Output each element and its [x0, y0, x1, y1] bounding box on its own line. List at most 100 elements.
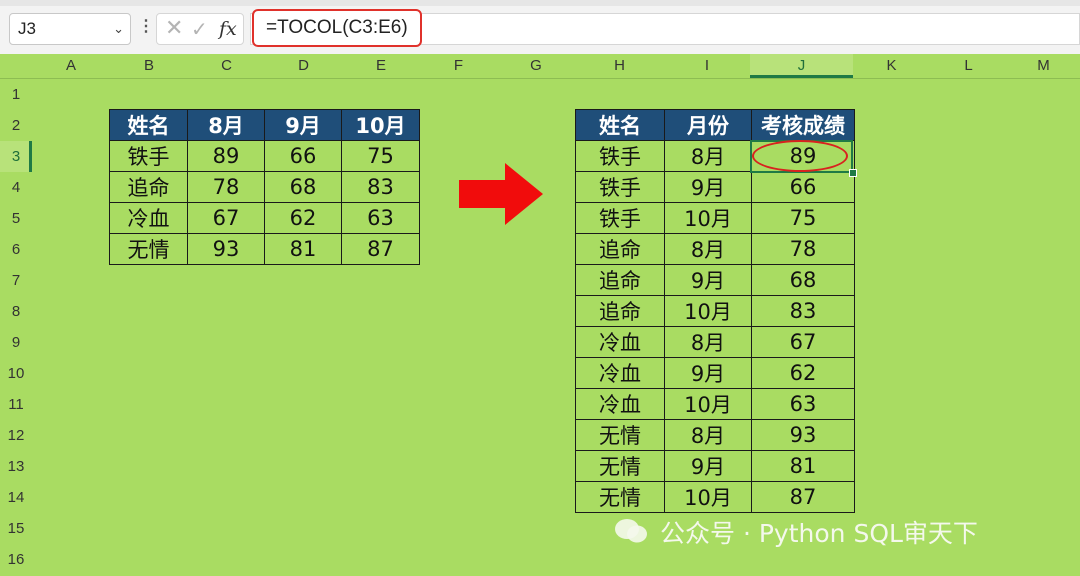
source-cell[interactable]: 无情 — [109, 233, 188, 265]
result-table-row: 冷血 9月 62 — [575, 357, 855, 389]
column-header-i[interactable]: I — [664, 54, 750, 78]
row-header-2[interactable]: 2 — [0, 110, 32, 141]
source-cell[interactable]: 83 — [341, 171, 420, 203]
result-cell[interactable]: 冷血 — [575, 388, 665, 420]
source-cell[interactable]: 75 — [341, 140, 420, 172]
source-cell[interactable]: 68 — [264, 171, 342, 203]
insert-function-icon[interactable]: fx — [219, 18, 237, 40]
row-header-7[interactable]: 7 — [0, 265, 32, 296]
column-header-g[interactable]: G — [497, 54, 575, 78]
source-cell[interactable]: 62 — [264, 202, 342, 234]
result-cell[interactable]: 10月 — [664, 202, 752, 234]
source-cell[interactable]: 66 — [264, 140, 342, 172]
cancel-icon[interactable]: ✕ — [165, 16, 183, 41]
column-header-m[interactable]: M — [1007, 54, 1080, 78]
column-header-h[interactable]: H — [575, 54, 664, 78]
result-header-cell[interactable]: 考核成绩 — [751, 109, 855, 141]
select-all-corner[interactable] — [0, 54, 32, 78]
result-cell[interactable]: 追命 — [575, 233, 665, 265]
source-header-cell[interactable]: 9月 — [264, 109, 342, 141]
row-header-3[interactable]: 3 — [0, 141, 32, 172]
name-box[interactable]: J3 ⌄ — [9, 13, 131, 45]
source-cell[interactable]: 63 — [341, 202, 420, 234]
enter-check-icon[interactable]: ✓ — [191, 17, 208, 41]
source-cell[interactable]: 87 — [341, 233, 420, 265]
row-header-8[interactable]: 8 — [0, 296, 32, 327]
result-cell[interactable]: 78 — [751, 233, 855, 265]
source-cell[interactable]: 81 — [264, 233, 342, 265]
result-cell[interactable]: 8月 — [664, 326, 752, 358]
row-header-6[interactable]: 6 — [0, 234, 32, 265]
row-header-16[interactable]: 16 — [0, 544, 32, 575]
source-header-cell[interactable]: 10月 — [341, 109, 420, 141]
source-cell[interactable]: 89 — [187, 140, 265, 172]
column-header-c[interactable]: C — [188, 54, 265, 78]
result-cell[interactable]: 9月 — [664, 171, 752, 203]
result-header-cell[interactable]: 月份 — [664, 109, 752, 141]
source-cell[interactable]: 67 — [187, 202, 265, 234]
result-cell[interactable]: 8月 — [664, 419, 752, 451]
row-header-11[interactable]: 11 — [0, 389, 32, 420]
result-cell[interactable]: 81 — [751, 450, 855, 482]
column-header-f[interactable]: F — [420, 54, 497, 78]
result-cell[interactable]: 无情 — [575, 450, 665, 482]
result-cell[interactable]: 67 — [751, 326, 855, 358]
source-header-cell[interactable]: 姓名 — [109, 109, 188, 141]
result-cell[interactable]: 无情 — [575, 419, 665, 451]
column-header-l[interactable]: L — [930, 54, 1007, 78]
result-cell[interactable]: 75 — [751, 202, 855, 234]
result-cell[interactable]: 8月 — [664, 233, 752, 265]
result-cell[interactable]: 83 — [751, 295, 855, 327]
result-cell[interactable]: 68 — [751, 264, 855, 296]
source-cell[interactable]: 93 — [187, 233, 265, 265]
source-header-cell[interactable]: 8月 — [187, 109, 265, 141]
result-cell[interactable]: 追命 — [575, 295, 665, 327]
result-cell[interactable]: 冷血 — [575, 326, 665, 358]
source-cell[interactable]: 铁手 — [109, 140, 188, 172]
fill-handle[interactable] — [849, 169, 857, 177]
row-header-9[interactable]: 9 — [0, 327, 32, 358]
row-header-14[interactable]: 14 — [0, 482, 32, 513]
result-cell[interactable]: 冷血 — [575, 357, 665, 389]
formula-text-highlighted[interactable]: =TOCOL(C3:E6) — [252, 9, 422, 47]
result-cell[interactable]: 铁手 — [575, 140, 665, 172]
result-table-row: 铁手 9月 66 — [575, 171, 855, 203]
row-header-5[interactable]: 5 — [0, 203, 32, 234]
result-cell[interactable]: 追命 — [575, 264, 665, 296]
row-header-1[interactable]: 1 — [0, 79, 32, 110]
source-cell[interactable]: 78 — [187, 171, 265, 203]
result-cell[interactable]: 8月 — [664, 140, 752, 172]
column-header-d[interactable]: D — [265, 54, 342, 78]
chevron-down-icon[interactable]: ⌄ — [113, 14, 124, 44]
result-cell[interactable]: 9月 — [664, 264, 752, 296]
result-cell[interactable]: 10月 — [664, 481, 752, 513]
result-table-row: 冷血 8月 67 — [575, 326, 855, 358]
row-header-15[interactable]: 15 — [0, 513, 32, 544]
column-header-b[interactable]: B — [110, 54, 188, 78]
source-cell[interactable]: 冷血 — [109, 202, 188, 234]
result-cell[interactable]: 铁手 — [575, 202, 665, 234]
result-cell[interactable]: 93 — [751, 419, 855, 451]
result-cell[interactable]: 10月 — [664, 388, 752, 420]
row-header-13[interactable]: 13 — [0, 451, 32, 482]
result-cell[interactable]: 87 — [751, 481, 855, 513]
result-cell[interactable]: 10月 — [664, 295, 752, 327]
result-cell[interactable]: 铁手 — [575, 171, 665, 203]
result-cell[interactable]: 66 — [751, 171, 855, 203]
result-cell[interactable]: 9月 — [664, 450, 752, 482]
result-header-cell[interactable]: 姓名 — [575, 109, 665, 141]
row-header-12[interactable]: 12 — [0, 420, 32, 451]
column-header-e[interactable]: E — [342, 54, 420, 78]
result-cell[interactable]: 63 — [751, 388, 855, 420]
source-table-row: 铁手 89 66 75 — [109, 140, 420, 172]
source-cell[interactable]: 追命 — [109, 171, 188, 203]
row-header-4[interactable]: 4 — [0, 172, 32, 203]
row-header-10[interactable]: 10 — [0, 358, 32, 389]
column-header-k[interactable]: K — [853, 54, 930, 78]
column-header-a[interactable]: A — [32, 54, 110, 78]
more-options-icon[interactable]: ⋮ — [138, 16, 154, 36]
result-cell[interactable]: 62 — [751, 357, 855, 389]
column-header-j[interactable]: J — [750, 54, 853, 78]
result-cell[interactable]: 9月 — [664, 357, 752, 389]
result-cell[interactable]: 无情 — [575, 481, 665, 513]
